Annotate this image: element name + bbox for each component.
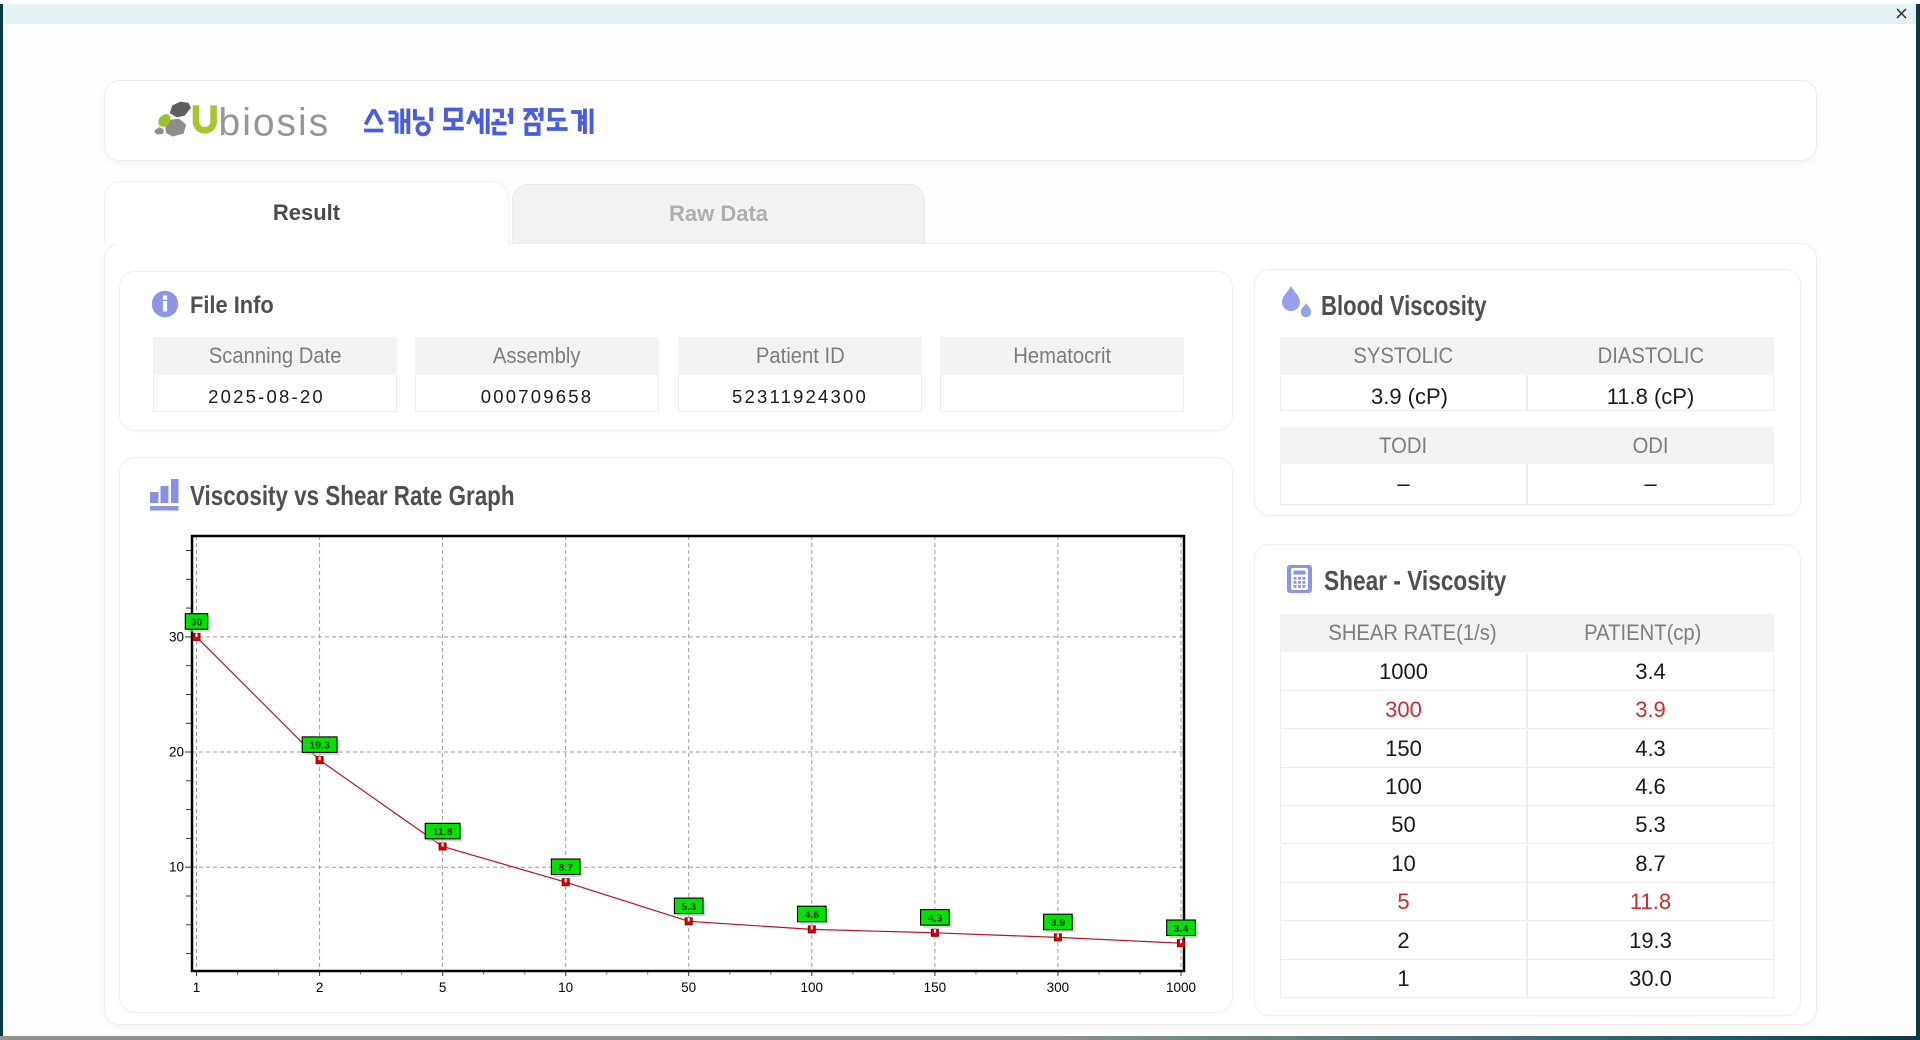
svg-text:3.9: 3.9 [1051, 917, 1066, 929]
svg-text:1: 1 [193, 980, 201, 995]
svg-text:5.3: 5.3 [681, 901, 696, 913]
svg-text:5: 5 [439, 980, 447, 995]
svg-text:20: 20 [169, 745, 184, 760]
svg-text:300: 300 [1047, 980, 1070, 995]
svg-text:50: 50 [681, 980, 696, 995]
svg-text:1000: 1000 [1166, 980, 1196, 995]
svg-text:2: 2 [316, 980, 324, 995]
svg-text:30: 30 [169, 629, 184, 644]
svg-text:150: 150 [924, 980, 947, 995]
svg-text:30: 30 [191, 617, 203, 629]
svg-text:11.8: 11.8 [433, 826, 453, 838]
svg-text:8.7: 8.7 [558, 862, 573, 874]
svg-text:4.6: 4.6 [804, 909, 819, 921]
svg-text:10: 10 [169, 860, 184, 875]
svg-text:10: 10 [558, 980, 573, 995]
svg-text:3.4: 3.4 [1174, 923, 1189, 935]
svg-text:4.3: 4.3 [928, 912, 943, 924]
svg-text:biosis: biosis [219, 102, 331, 145]
svg-text:19.3: 19.3 [309, 740, 330, 752]
svg-text:100: 100 [801, 980, 824, 995]
